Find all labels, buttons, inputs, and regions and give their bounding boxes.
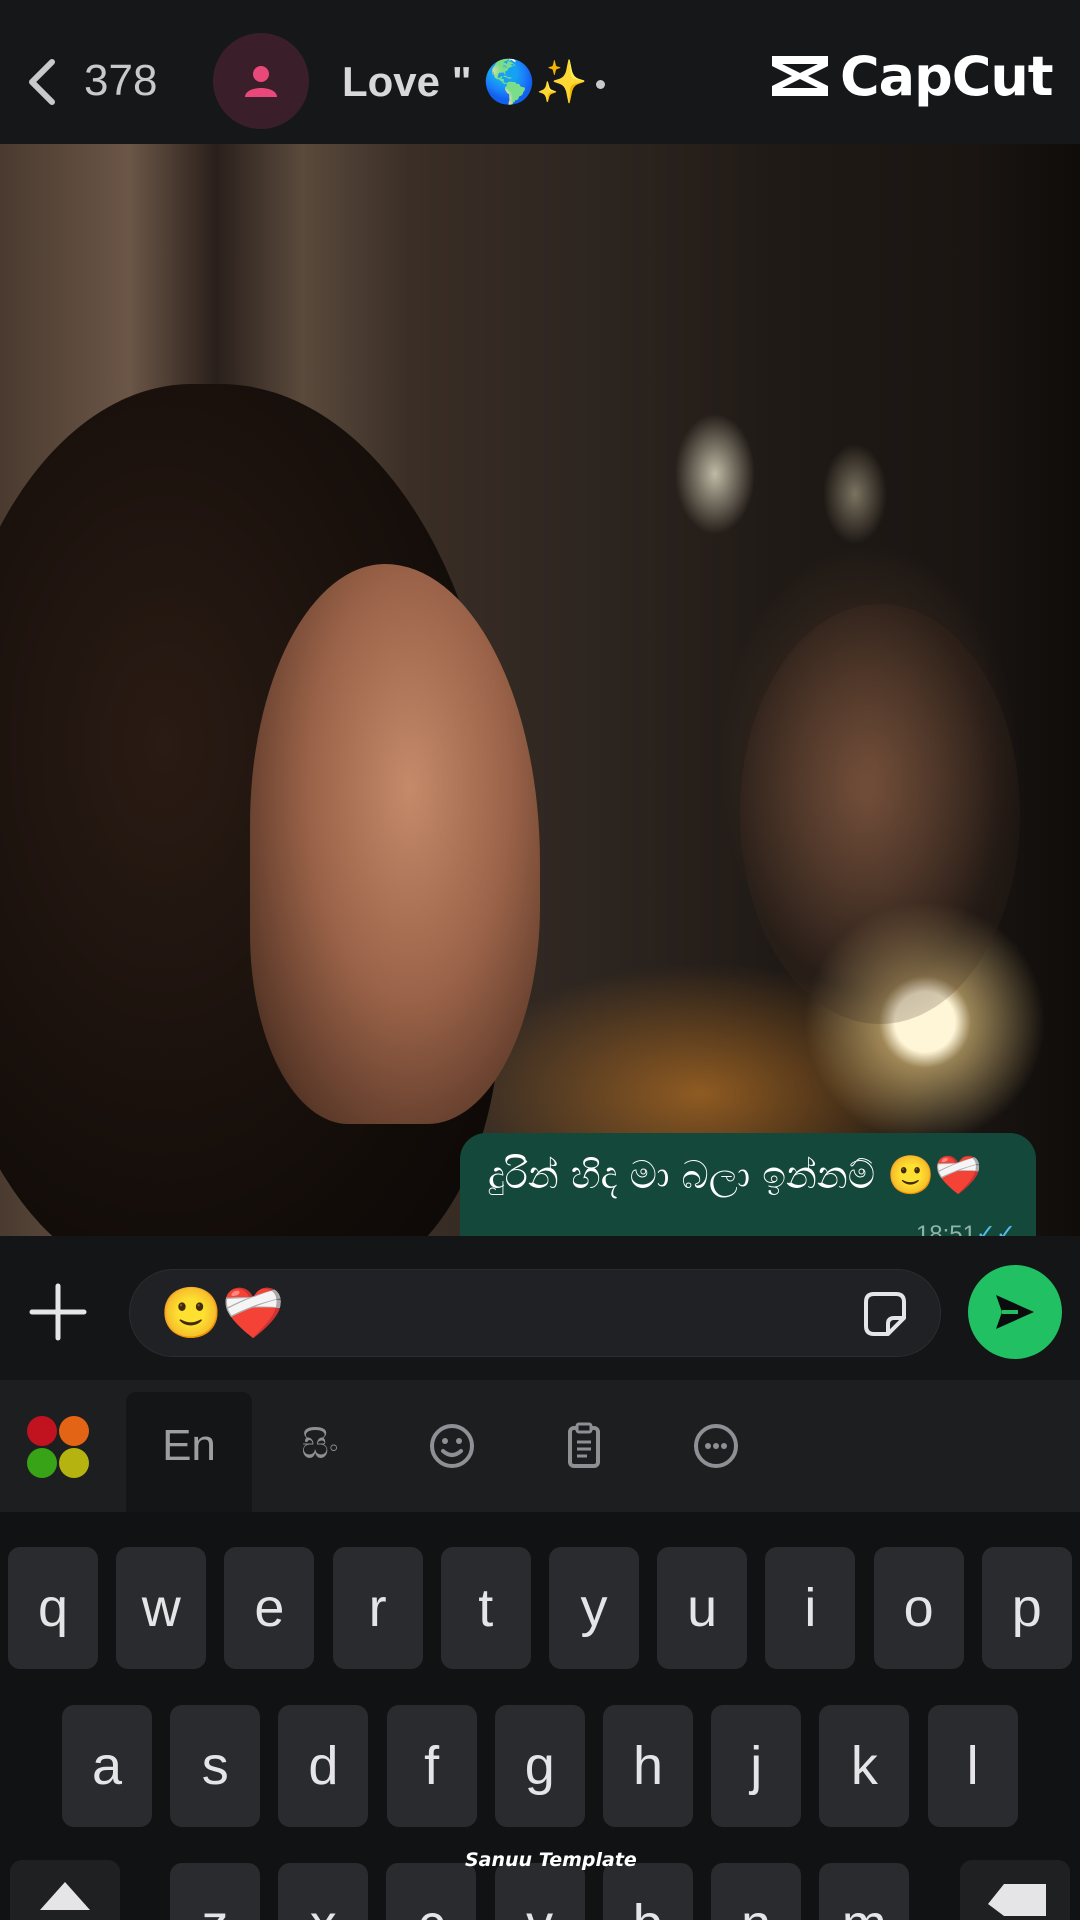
key-s[interactable]: s bbox=[170, 1705, 261, 1827]
emoji-tab[interactable] bbox=[422, 1416, 482, 1476]
backspace-key[interactable] bbox=[960, 1860, 1070, 1920]
chevron-left-icon bbox=[29, 59, 55, 105]
key-b[interactable]: b bbox=[602, 1863, 693, 1920]
message-text: දුරින් හිද මා බලා ඉන්නම් 🙂❤️‍🩹 bbox=[488, 1153, 982, 1197]
chat-background-image bbox=[0, 144, 1080, 1236]
key-t[interactable]: t bbox=[440, 1547, 531, 1669]
key-o[interactable]: o bbox=[873, 1547, 964, 1669]
status-dot bbox=[595, 80, 605, 90]
clipboard-icon bbox=[568, 1422, 600, 1468]
key-p[interactable]: p bbox=[981, 1547, 1072, 1669]
send-icon bbox=[996, 1295, 1034, 1329]
key-j[interactable]: j bbox=[711, 1705, 802, 1827]
key-z[interactable]: z bbox=[170, 1863, 260, 1920]
clipboard-tab[interactable] bbox=[554, 1416, 614, 1476]
key-u[interactable]: u bbox=[657, 1547, 748, 1669]
smiley-icon bbox=[430, 1424, 474, 1468]
keyboard-apps-icon[interactable] bbox=[26, 1415, 90, 1479]
person-icon bbox=[245, 66, 277, 97]
key-c[interactable]: c bbox=[386, 1863, 477, 1920]
send-button[interactable] bbox=[968, 1265, 1062, 1359]
unread-count[interactable]: 378 bbox=[84, 56, 157, 106]
capcut-mark-icon bbox=[772, 56, 828, 96]
shift-key[interactable] bbox=[10, 1860, 120, 1920]
capcut-logo: CapCut bbox=[768, 45, 1054, 108]
more-tab[interactable] bbox=[686, 1416, 746, 1476]
read-receipt-icon: ✓✓ bbox=[975, 1220, 1016, 1236]
plus-icon[interactable] bbox=[26, 1280, 90, 1344]
back-button[interactable] bbox=[18, 50, 66, 114]
key-m[interactable]: m bbox=[819, 1863, 910, 1920]
window-reflection bbox=[740, 604, 1020, 1024]
key-q[interactable]: q bbox=[8, 1547, 98, 1669]
key-a[interactable]: a bbox=[62, 1705, 152, 1827]
tab-sinhala[interactable]: සිං bbox=[270, 1416, 370, 1476]
watermark: Sanuu Template bbox=[465, 1849, 637, 1871]
key-g[interactable]: g bbox=[494, 1705, 585, 1827]
key-d[interactable]: d bbox=[278, 1705, 369, 1827]
more-options-icon bbox=[694, 1424, 738, 1468]
key-v[interactable]: v bbox=[494, 1863, 585, 1920]
contact-name[interactable]: Love " 🌎✨ bbox=[342, 58, 605, 107]
message-input-value: 🙂❤️‍🩹 bbox=[160, 1284, 285, 1342]
key-e[interactable]: e bbox=[224, 1547, 315, 1669]
photo-face bbox=[250, 564, 540, 1124]
tab-english[interactable]: En bbox=[126, 1416, 252, 1476]
key-l[interactable]: l bbox=[927, 1705, 1018, 1827]
key-n[interactable]: n bbox=[711, 1863, 801, 1920]
key-y[interactable]: y bbox=[549, 1547, 639, 1669]
sticker-icon[interactable] bbox=[858, 1288, 912, 1342]
key-k[interactable]: k bbox=[819, 1705, 910, 1827]
chat-header: 378 Love " 🌎✨ CapCut bbox=[0, 0, 1080, 144]
message-input[interactable]: 🙂❤️‍🩹 bbox=[129, 1269, 941, 1357]
key-f[interactable]: f bbox=[386, 1705, 477, 1827]
key-x[interactable]: x bbox=[278, 1863, 369, 1920]
message-time: 18:51 bbox=[915, 1221, 976, 1236]
contact-avatar[interactable] bbox=[213, 33, 309, 129]
contact-name-text: Love " 🌎✨ bbox=[342, 58, 588, 105]
capcut-wordmark: CapCut bbox=[840, 44, 1054, 108]
key-i[interactable]: i bbox=[765, 1547, 856, 1669]
key-r[interactable]: r bbox=[332, 1547, 423, 1669]
key-w[interactable]: w bbox=[116, 1547, 207, 1669]
key-h[interactable]: h bbox=[603, 1705, 693, 1827]
outgoing-message-bubble[interactable]: දුරින් හිද මා බලා ඉන්නම් 🙂❤️‍🩹 18:51 ✓✓ bbox=[460, 1133, 1036, 1236]
